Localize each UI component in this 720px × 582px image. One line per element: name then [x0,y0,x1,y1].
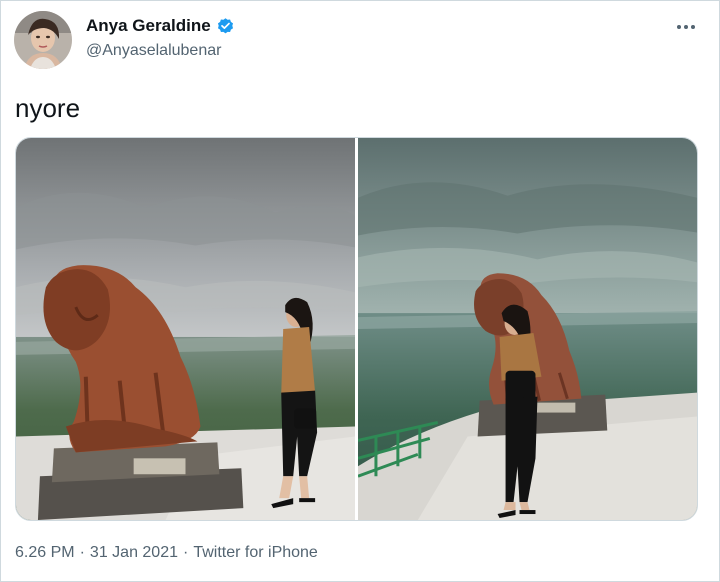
tweet-date[interactable]: 31 Jan 2021 [90,544,178,562]
author-display-name[interactable]: Anya Geraldine [86,16,211,36]
author-name-row[interactable]: Anya Geraldine [86,16,235,36]
tweet-text: nyore [15,93,81,123]
tweet-photo-1[interactable] [16,138,355,520]
more-dot [677,25,681,29]
more-options-icon[interactable] [673,17,699,37]
tweet-photo-2[interactable] [358,138,697,520]
verified-badge-icon [216,17,235,36]
tweet-meta: 6.26 PM · 31 Jan 2021 · Twitter for iPho… [15,544,318,562]
author-handle[interactable]: @Anyaselalubenar [86,42,221,60]
meta-separator: · [79,544,85,561]
meta-separator: · [183,544,189,561]
tweet-time[interactable]: 6.26 PM [15,544,75,562]
tweet-card: Anya Geraldine @Anyaselalubenar nyore 6.… [0,0,720,582]
more-dot [684,25,688,29]
author-avatar[interactable] [14,11,72,69]
more-dot [691,25,695,29]
tweet-source[interactable]: Twitter for iPhone [193,544,318,562]
tweet-media [15,137,698,521]
